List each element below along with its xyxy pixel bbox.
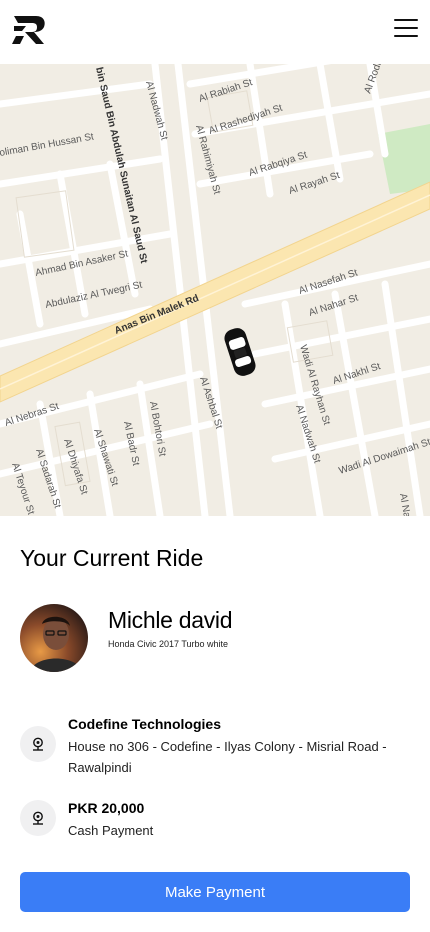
- destination-address: House no 306 - Codefine - Ilyas Colony -…: [68, 739, 387, 775]
- hamburger-menu-icon[interactable]: [394, 19, 418, 41]
- payment-amount: PKR 20,000: [68, 800, 145, 816]
- make-payment-button[interactable]: Make Payment: [20, 872, 410, 912]
- location-pin-icon: [20, 726, 56, 762]
- payment-row: PKR 20,000 Cash Payment: [20, 800, 410, 840]
- app-header: [0, 0, 430, 64]
- car-info: Honda Civic 2017 Turbo white: [108, 639, 229, 649]
- destination-title: Codefine Technologies: [68, 716, 221, 732]
- payment-method: Cash Payment: [68, 823, 154, 838]
- driver-name: Michle david: [108, 607, 233, 633]
- section-title: Your Current Ride: [20, 545, 204, 571]
- location-pin-icon: [20, 800, 56, 836]
- ride-map[interactable]: bin Saud Bin Abdulah Sunaitan Al Saud St…: [0, 64, 430, 516]
- destination-row: Codefine Technologies House no 306 - Cod…: [20, 716, 410, 780]
- r-logo-icon[interactable]: [12, 14, 48, 46]
- driver-avatar[interactable]: [20, 604, 88, 672]
